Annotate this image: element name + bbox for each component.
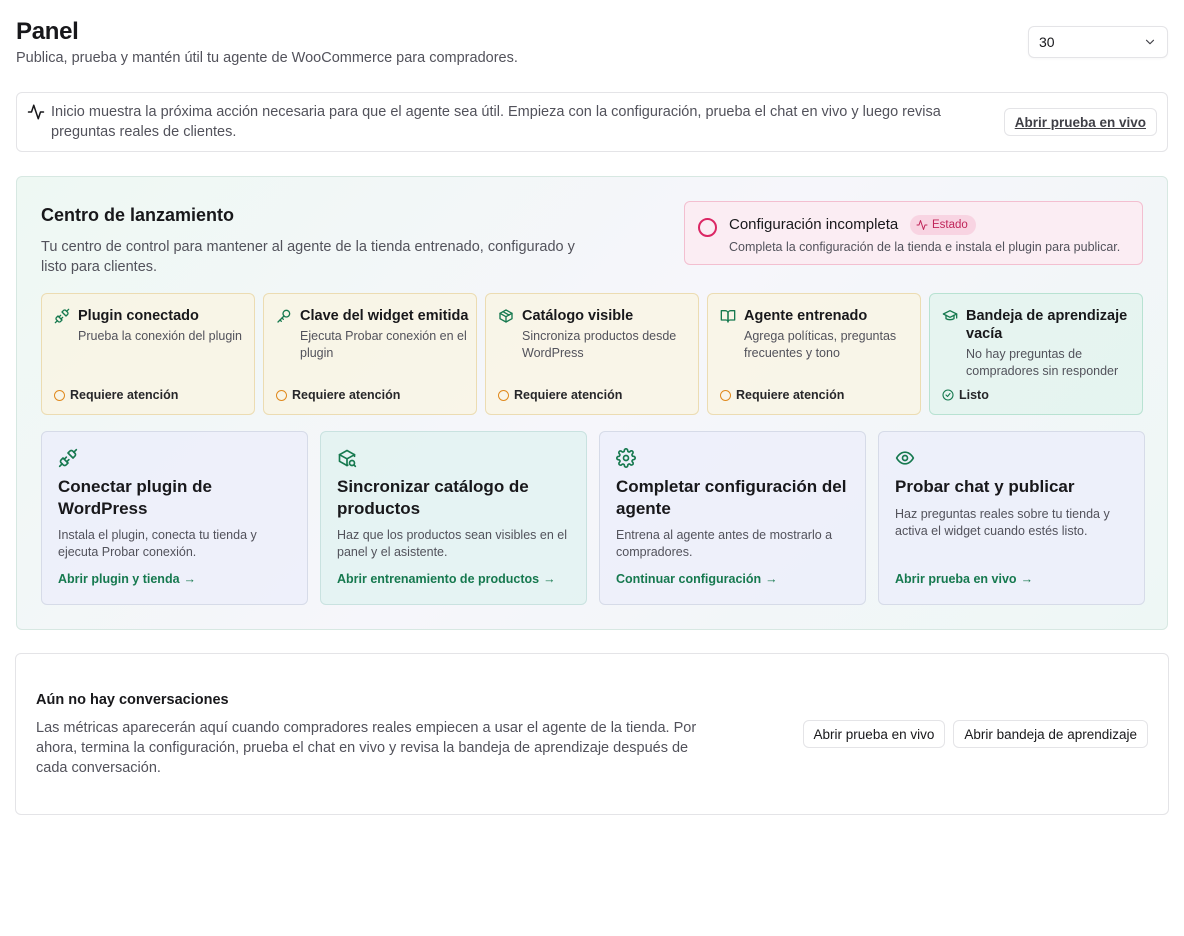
action-description: Haz que los productos sean visibles en e… [337, 528, 567, 559]
action-complete-config[interactable]: Completar configuración del agente Entre… [599, 431, 866, 605]
check-learning-inbox: Bandeja de aprendizaje vacía No hay preg… [929, 293, 1143, 415]
page-header: Panel Publica, prueba y mantén útil tu a… [16, 18, 1168, 70]
launch-title: Centro de lanzamiento [41, 205, 235, 225]
info-banner: Inicio muestra la próxima acción necesar… [16, 92, 1168, 152]
book-icon [720, 310, 736, 323]
range-select-value: 30 [1039, 34, 1055, 50]
plug-icon [54, 308, 70, 324]
check-title: Plugin conectado [78, 308, 199, 324]
action-test-publish[interactable]: Probar chat y publicar Haz preguntas rea… [878, 431, 1145, 605]
check-status-label: Requiere atención [70, 388, 179, 402]
conversations-title: Aún no hay conversaciones [36, 692, 229, 708]
setup-status: Configuración incompleta Estado Completa… [684, 201, 1143, 265]
launch-description: Tu centro de control para mantener al ag… [41, 239, 575, 275]
check-title: Bandeja de aprendizaje vacía [966, 308, 1128, 342]
status-badge-label: Estado [932, 219, 968, 231]
action-title: Sincronizar catálogo de productos [337, 477, 529, 518]
action-description: Instala el plugin, conecta tu tienda y e… [58, 528, 257, 559]
status-ring-icon [698, 218, 717, 237]
action-title: Probar chat y publicar [895, 477, 1075, 496]
chevron-down-icon [1143, 35, 1157, 49]
check-status: Requiere atención [498, 388, 622, 402]
action-link-label: Abrir entrenamiento de productos [337, 572, 540, 586]
page-subtitle: Publica, prueba y mantén útil tu agente … [16, 50, 518, 66]
page-title: Panel [16, 18, 79, 45]
warning-ring-icon [498, 389, 509, 401]
status-subtitle: Completa la configuración de la tienda e… [729, 240, 1121, 254]
check-status-label: Requiere atención [736, 388, 845, 402]
check-status: Listo [942, 388, 989, 402]
open-learning-inbox-button[interactable]: Abrir bandeja de aprendizaje [953, 720, 1148, 748]
plug-icon [58, 448, 78, 468]
action-link-label: Abrir prueba en vivo [895, 572, 1017, 586]
check-description: No hay preguntas de compradores sin resp… [966, 347, 1119, 378]
check-status: Requiere atención [54, 388, 178, 402]
info-text: Inicio muestra la próxima acción necesar… [51, 104, 941, 140]
eye-icon [895, 451, 915, 465]
check-description: Sincroniza productos desde WordPress [522, 329, 677, 360]
arrow-right-icon: → [543, 572, 556, 586]
graduation-cap-icon [942, 310, 958, 321]
open-live-test-button[interactable]: Abrir prueba en vivo [802, 720, 946, 748]
check-widget-key: Clave del widget emitida Ejecuta Probar … [263, 293, 477, 415]
key-icon [277, 309, 291, 323]
status-badge: Estado [910, 215, 976, 235]
status-title: Configuración incompleta [729, 216, 899, 233]
check-catalog-visible: Catálogo visible Sincroniza productos de… [485, 293, 699, 415]
check-description: Prueba la conexión del plugin [78, 329, 243, 343]
warning-ring-icon [54, 389, 65, 401]
conversations-empty-state: Aún no hay conversaciones Las métricas a… [15, 653, 1169, 815]
check-agent-trained: Agente entrenado Agrega políticas, pregu… [707, 293, 921, 415]
open-live-test-link[interactable]: Abrir prueba en vivo → [895, 572, 1033, 586]
check-title: Clave del widget emitida [300, 308, 469, 324]
arrow-right-icon: → [1020, 572, 1034, 586]
action-title: Conectar plugin de WordPress [58, 477, 212, 518]
check-status-label: Requiere atención [514, 388, 623, 402]
open-product-training-link[interactable]: Abrir entrenamiento de productos → [337, 572, 556, 586]
conversations-actions: Abrir prueba en vivo Abrir bandeja de ap… [802, 720, 1148, 748]
open-live-test-button[interactable]: Abrir prueba en vivo [1003, 108, 1157, 136]
check-description: Agrega políticas, preguntas frecuentes y… [744, 329, 897, 360]
arrow-right-icon: → [183, 572, 197, 586]
launch-center: Centro de lanzamiento Tu centro de contr… [16, 176, 1168, 630]
action-connect-plugin[interactable]: Conectar plugin de WordPress Instala el … [41, 431, 308, 605]
check-status-label: Listo [959, 388, 989, 402]
action-description: Haz preguntas reales sobre tu tienda y a… [895, 507, 1110, 538]
check-description: Ejecuta Probar conexión en el plugin [300, 329, 467, 360]
gear-icon [616, 448, 636, 468]
check-circle-icon [942, 389, 954, 401]
check-plugin-connected: Plugin conectado Prueba la conexión del … [41, 293, 255, 415]
check-status: Requiere atención [276, 388, 400, 402]
check-status: Requiere atención [720, 388, 844, 402]
open-plugin-store-link[interactable]: Abrir plugin y tienda → [58, 572, 196, 586]
warning-ring-icon [720, 389, 731, 401]
action-cards: Conectar plugin de WordPress Instala el … [41, 431, 1145, 605]
action-sync-catalog[interactable]: Sincronizar catálogo de productos Haz qu… [320, 431, 587, 605]
check-status-label: Requiere atención [292, 388, 401, 402]
action-title: Completar configuración del agente [616, 477, 847, 518]
activity-icon [27, 104, 45, 120]
check-title: Catálogo visible [522, 308, 634, 324]
range-select[interactable]: 30 [1028, 26, 1168, 58]
continue-config-link[interactable]: Continuar configuración → [616, 572, 778, 586]
package-icon [499, 309, 513, 323]
action-description: Entrena al agente antes de mostrarlo a c… [616, 528, 833, 559]
check-title: Agente entrenado [744, 308, 868, 324]
warning-ring-icon [276, 389, 287, 401]
activity-icon [916, 220, 928, 230]
action-link-label: Continuar configuración [616, 572, 762, 586]
arrow-right-icon: → [765, 572, 778, 586]
action-link-label: Abrir plugin y tienda [58, 572, 180, 586]
package-search-icon [338, 449, 357, 468]
checklist: Plugin conectado Prueba la conexión del … [41, 293, 1143, 415]
conversations-description: Las métricas aparecerán aquí cuando comp… [36, 720, 697, 776]
